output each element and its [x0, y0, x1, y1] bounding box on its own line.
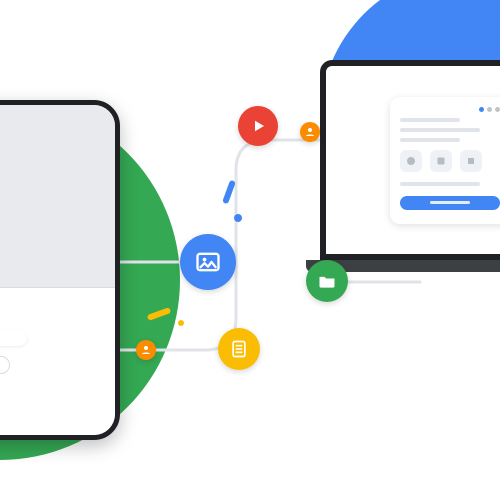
phone-device: Open — [0, 100, 120, 440]
phone-screen-upper — [0, 105, 115, 287]
connector-accent-icon — [222, 180, 236, 205]
connector-dot-icon — [178, 320, 184, 326]
folder-icon — [306, 260, 348, 302]
panel-text-line — [400, 118, 460, 122]
phone-button-row: Open — [0, 356, 103, 374]
panel-top-indicators — [400, 107, 500, 112]
panel-app-icon — [400, 150, 422, 172]
person-icon — [300, 122, 320, 142]
panel-text-line — [400, 182, 480, 186]
play-icon — [238, 106, 278, 146]
panel-send-button[interactable] — [400, 196, 500, 210]
panel-app-icon — [430, 150, 452, 172]
share-panel — [390, 97, 500, 224]
phone-notification-card — [0, 330, 27, 346]
panel-app-icons — [400, 150, 500, 172]
open-button[interactable]: Open — [0, 356, 10, 374]
list-icon — [218, 328, 260, 370]
connector-dot-icon — [234, 214, 242, 222]
laptop-device — [320, 60, 500, 272]
person-icon — [136, 340, 156, 360]
panel-text-line — [400, 138, 460, 142]
panel-text-line — [400, 128, 480, 132]
phone-screen-lower: Open — [0, 288, 115, 437]
panel-app-icon — [460, 150, 482, 172]
laptop-screen — [320, 60, 500, 260]
photo-icon — [180, 234, 236, 290]
